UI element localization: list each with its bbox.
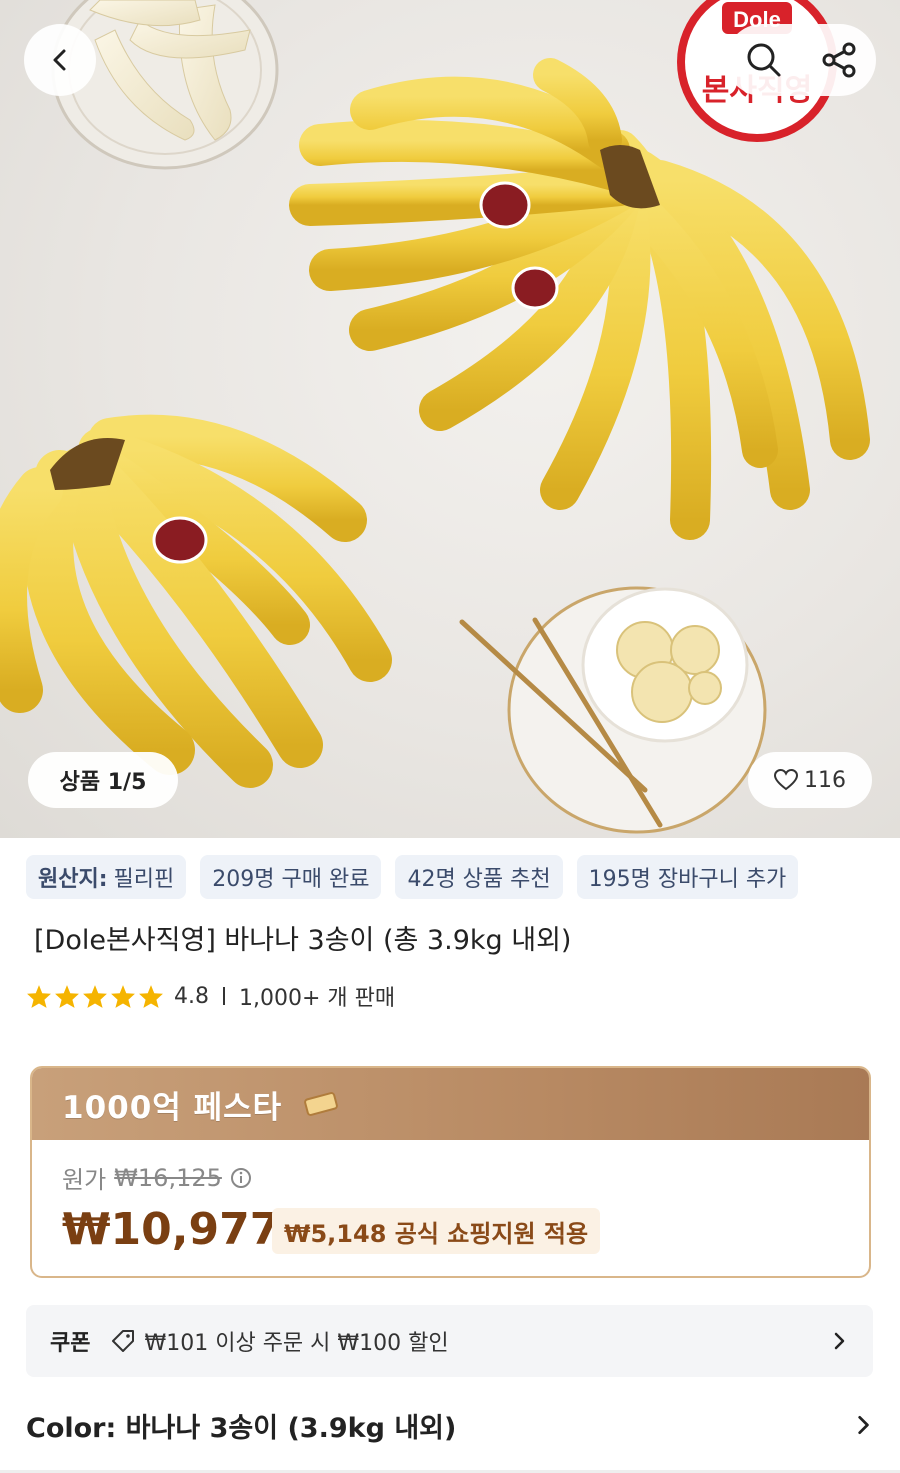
tag-icon — [112, 1330, 135, 1352]
original-price: ₩16,125 — [114, 1163, 222, 1192]
share-icon — [822, 42, 855, 78]
origin-value: 필리핀 — [113, 867, 175, 892]
chevron-right-icon — [858, 1415, 869, 1435]
festa-banner: 1000억 페스타 — [32, 1068, 869, 1140]
coupon-label: 쿠폰 — [50, 1331, 91, 1356]
info-icon[interactable] — [230, 1167, 252, 1189]
festa-banner-text: 1000억 페스타 — [62, 1089, 283, 1126]
chevron-right-icon — [834, 1332, 845, 1350]
star-icon — [139, 984, 163, 1008]
origin-tag: 원산지: 필리핀 — [26, 855, 187, 899]
star-icon — [111, 984, 135, 1008]
original-price-label: 원가 — [62, 1166, 107, 1194]
rating-stars — [26, 984, 164, 1009]
divider — [223, 987, 225, 1005]
product-title: [Dole본사직영] 바나나 3송이 (총 3.9kg 내외) — [34, 925, 572, 956]
product-image-gallery[interactable]: Dole 본사직영 — [0, 0, 900, 838]
star-icon — [83, 984, 107, 1008]
search-button[interactable] — [744, 40, 784, 80]
color-option-label: Color: 바나나 3송이 (3.9kg 내외) — [26, 1412, 457, 1444]
search-icon — [747, 43, 780, 77]
banana-bunch-large — [289, 58, 870, 540]
sale-price: ₩10,977 — [62, 1204, 281, 1255]
shopping-support-badge: ₩5,148 공식 쇼핑지원 적용 — [272, 1208, 601, 1254]
like-button[interactable]: 116 — [748, 752, 872, 808]
color-option-row[interactable]: Color: 바나나 3송이 (3.9kg 내외) — [26, 1400, 874, 1450]
origin-label: 원산지: — [38, 867, 108, 892]
ticket-icon — [304, 1092, 339, 1116]
top-action-group — [726, 24, 876, 96]
banana-bunch-small — [0, 414, 392, 788]
star-icon — [55, 984, 79, 1008]
share-button[interactable] — [819, 40, 859, 80]
banana-slice-plate — [459, 586, 767, 834]
like-count: 116 — [804, 767, 846, 793]
cart-count-tag: 195명 장바구니 추가 — [576, 855, 799, 899]
rating-value: 4.8 — [174, 983, 209, 1009]
info-tag-row: 원산지: 필리핀 209명 구매 완료 42명 상품 추천 195명 장바구니 … — [26, 855, 799, 899]
chevron-left-icon — [53, 49, 66, 71]
coupon-text: ₩101 이상 주문 시 ₩100 할인 — [144, 1331, 449, 1356]
heart-icon — [774, 769, 798, 791]
rating-row[interactable]: 4.8 1,000+ 개 판매 — [26, 980, 395, 1012]
price-card: 1000억 페스타 원가 ₩16,125 ₩10,977 ₩5,148 공식 쇼… — [30, 1066, 871, 1278]
star-icon — [27, 984, 51, 1008]
image-counter: 상품 1/5 — [28, 752, 178, 808]
recommend-count-tag: 42명 상품 추천 — [395, 855, 563, 899]
product-photo: Dole 본사직영 — [0, 0, 870, 834]
coupon-row[interactable]: 쿠폰 ₩101 이상 주문 시 ₩100 할인 — [26, 1305, 873, 1377]
back-button[interactable] — [24, 24, 96, 96]
sold-count: 1,000+ 개 판매 — [239, 986, 396, 1011]
original-price-row: 원가 ₩16,125 — [62, 1160, 252, 1195]
purchase-count-tag: 209명 구매 완료 — [200, 855, 382, 899]
